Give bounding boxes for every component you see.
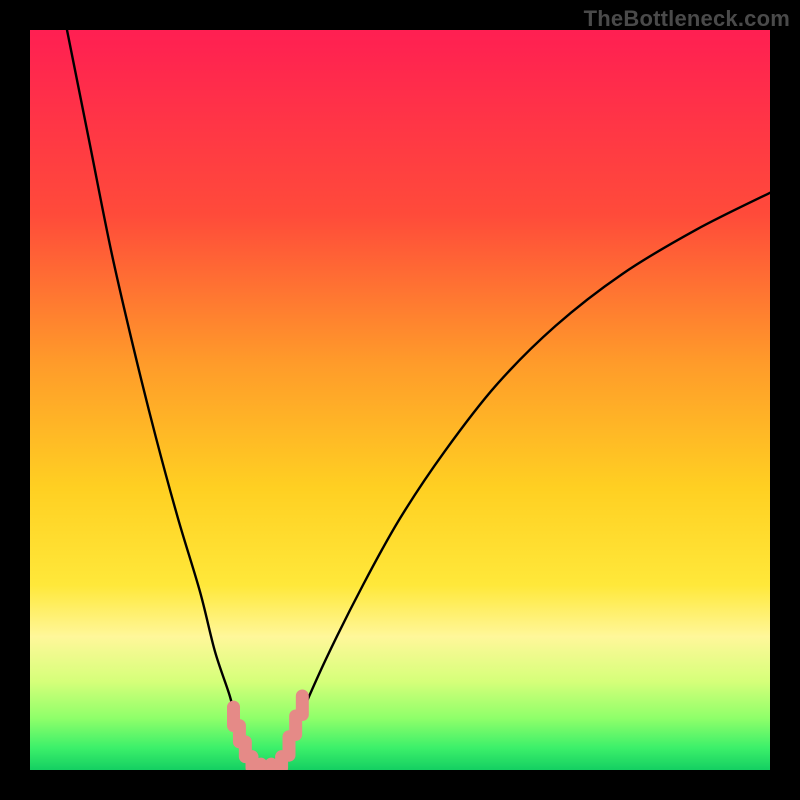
- bottleneck-chart: [30, 30, 770, 770]
- watermark-text: TheBottleneck.com: [584, 6, 790, 32]
- chart-frame: TheBottleneck.com: [0, 0, 800, 800]
- gradient-background: [30, 30, 770, 770]
